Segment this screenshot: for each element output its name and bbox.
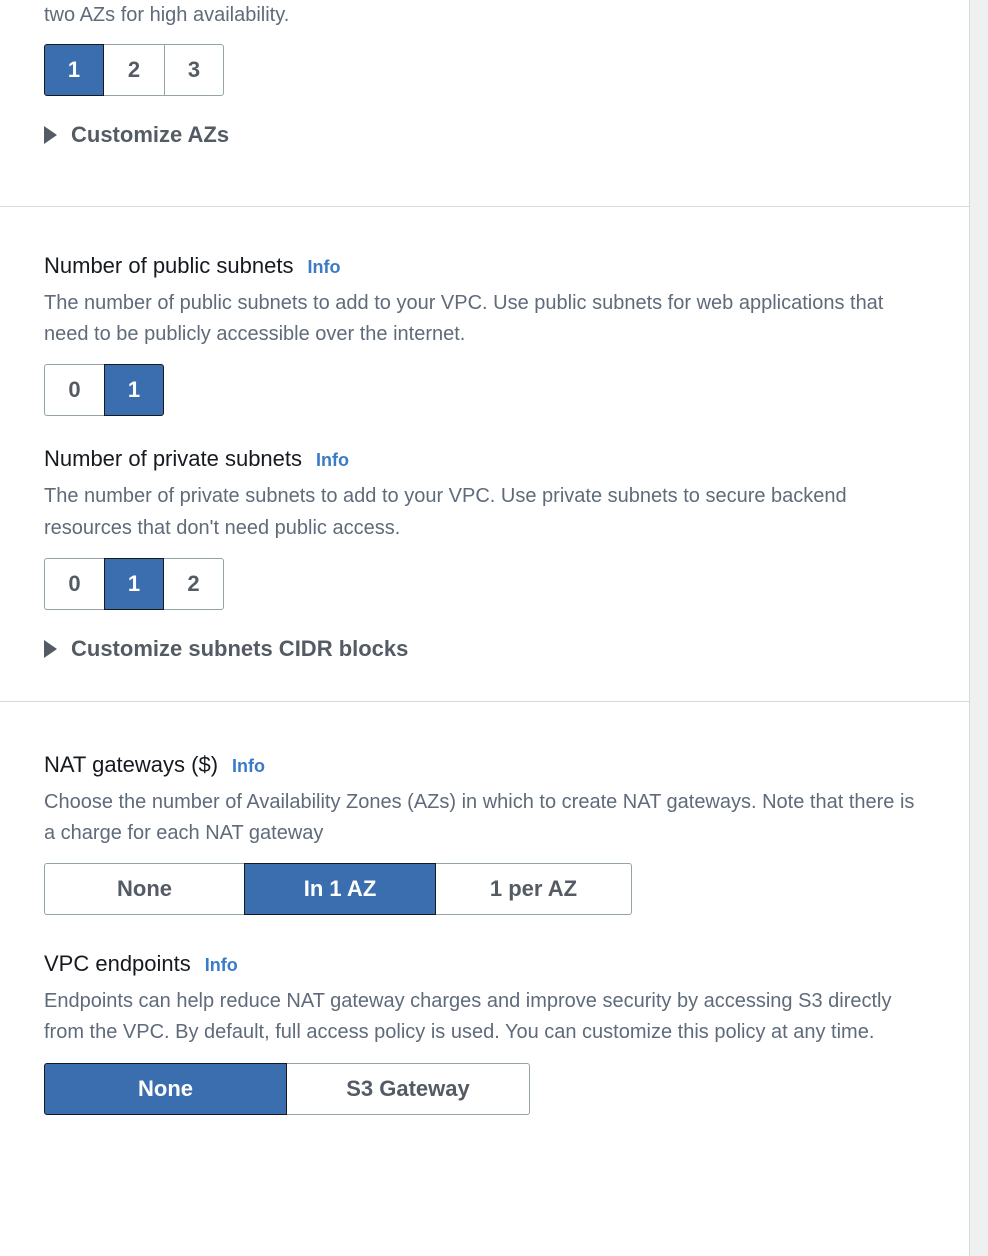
subnets-section: Number of public subnets Info The number… — [0, 207, 969, 662]
nat-gateways-option-1-per-az[interactable]: 1 per AZ — [436, 863, 632, 916]
nat-gateways-option-none[interactable]: None — [44, 863, 244, 916]
private-subnets-info-link[interactable]: Info — [316, 450, 349, 471]
vpc-endpoints-label: VPC endpoints — [44, 951, 191, 977]
public-subnets-description: The number of public subnets to add to y… — [44, 292, 884, 346]
az-count-option-1[interactable]: 1 — [44, 44, 104, 96]
triangle-right-icon — [44, 639, 57, 658]
private-subnets-option-2[interactable]: 2 — [164, 557, 224, 610]
nat-gateways-info-link[interactable]: Info — [232, 756, 265, 777]
private-subnets-description: The number of private subnets to add to … — [44, 485, 847, 539]
az-count-segmented-control[interactable]: 1 2 3 — [44, 44, 224, 96]
customize-azs-label: Customize AZs — [71, 122, 230, 147]
customize-subnets-cidr-label: Customize subnets CIDR blocks — [71, 635, 409, 661]
triangle-right-icon — [44, 126, 57, 144]
public-subnets-info-link[interactable]: Info — [307, 257, 340, 278]
vpc-settings-panel: two AZs for high availability. 1 2 3 Cus… — [0, 0, 970, 1256]
vpc-endpoints-description: Endpoints can help reduce NAT gateway ch… — [44, 990, 892, 1044]
vpc-endpoints-info-link[interactable]: Info — [205, 955, 238, 976]
private-subnets-label: Number of private subnets — [44, 446, 303, 472]
vpc-endpoints-option-none[interactable]: None — [44, 1062, 287, 1115]
nat-gateways-label-row: NAT gateways ($) Info — [44, 752, 925, 778]
public-subnets-label: Number of public subnets — [44, 253, 294, 278]
vpc-endpoints-field: VPC endpoints Info Endpoints can help re… — [44, 951, 925, 1115]
public-subnets-segmented-control[interactable]: 0 1 — [44, 364, 164, 417]
nat-and-endpoints-section: NAT gateways ($) Info Choose the number … — [0, 702, 969, 1115]
nat-gateways-label: NAT gateways ($) — [44, 751, 219, 777]
private-subnets-segmented-control[interactable]: 0 1 2 — [44, 557, 224, 610]
nat-gateways-description: Choose the number of Availability Zones … — [44, 790, 915, 844]
vpc-endpoints-label-row: VPC endpoints Info — [44, 951, 925, 977]
public-subnets-field: Number of public subnets Info The number… — [44, 253, 925, 417]
nat-gateways-field: NAT gateways ($) Info Choose the number … — [44, 752, 925, 916]
vpc-endpoints-option-s3-gateway[interactable]: S3 Gateway — [287, 1062, 530, 1115]
private-subnets-option-1[interactable]: 1 — [104, 557, 164, 610]
availability-zones-section: two AZs for high availability. 1 2 3 Cus… — [0, 0, 969, 148]
private-subnets-option-0[interactable]: 0 — [44, 557, 104, 610]
customize-subnets-cidr-expander[interactable]: Customize subnets CIDR blocks — [44, 636, 408, 662]
public-subnets-option-1[interactable]: 1 — [104, 364, 164, 417]
vpc-endpoints-segmented-control[interactable]: None S3 Gateway — [44, 1062, 530, 1115]
az-count-option-2[interactable]: 2 — [104, 44, 164, 96]
az-lead-text: two AZs for high availability. — [44, 4, 290, 26]
public-subnets-option-0[interactable]: 0 — [44, 364, 104, 417]
nat-gateways-option-in-1-az[interactable]: In 1 AZ — [244, 863, 436, 916]
public-subnets-label-row: Number of public subnets Info — [44, 253, 925, 279]
nat-gateways-segmented-control[interactable]: None In 1 AZ 1 per AZ — [44, 863, 632, 916]
private-subnets-label-row: Number of private subnets Info — [44, 446, 925, 472]
customize-azs-expander[interactable]: Customize AZs — [44, 122, 229, 148]
private-subnets-field: Number of private subnets Info The numbe… — [44, 446, 925, 610]
az-count-option-3[interactable]: 3 — [164, 44, 224, 96]
